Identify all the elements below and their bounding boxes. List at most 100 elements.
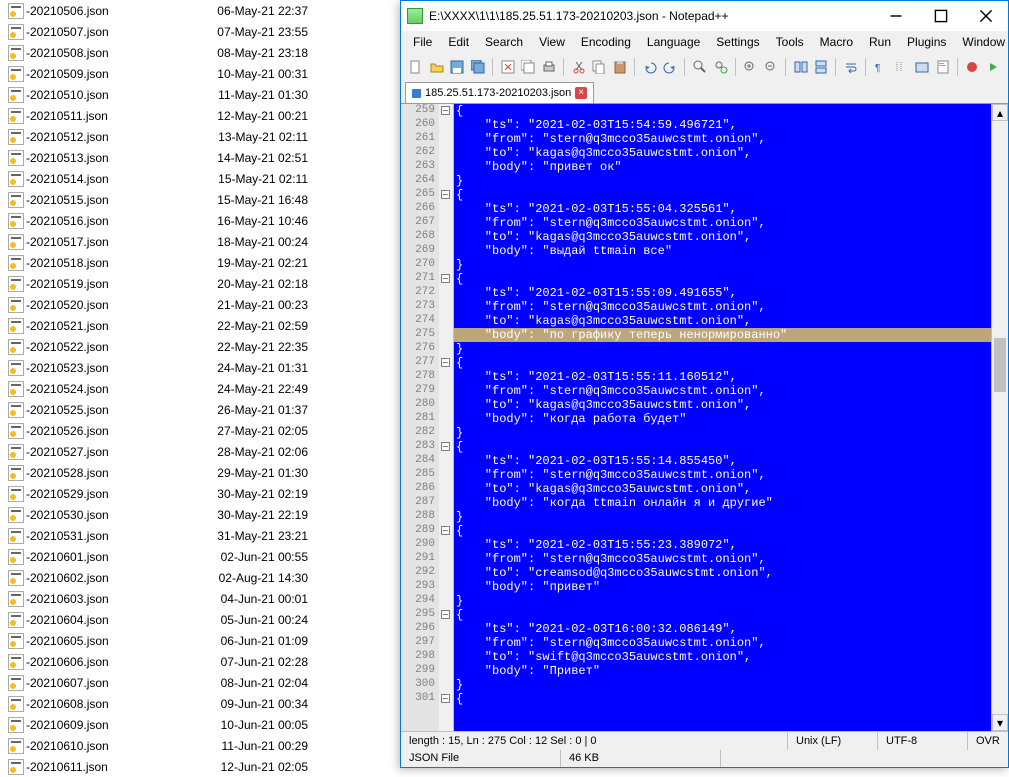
code-line[interactable]: { xyxy=(454,524,991,538)
code-line[interactable]: "from": "stern@q3mcco35auwcstmt.onion", xyxy=(454,132,991,146)
file-row[interactable]: -20210515.json15-May-21 16:48 xyxy=(0,189,400,210)
show-all-chars-icon[interactable]: ¶ xyxy=(872,57,890,77)
file-row[interactable]: -20210522.json22-May-21 22:35 xyxy=(0,336,400,357)
code-line[interactable]: } xyxy=(454,426,991,440)
file-row[interactable]: -20210509.json10-May-21 00:31 xyxy=(0,63,400,84)
save-icon[interactable] xyxy=(448,57,466,77)
status-insert-mode[interactable]: OVR xyxy=(968,732,1008,750)
file-row[interactable]: -20210608.json09-Jun-21 00:34 xyxy=(0,693,400,714)
menu-edit[interactable]: Edit xyxy=(440,32,477,52)
fold-toggle-icon[interactable] xyxy=(441,694,450,703)
code-line[interactable]: } xyxy=(454,342,991,356)
file-row[interactable]: -20210606.json07-Jun-21 02:28 xyxy=(0,651,400,672)
menu-language[interactable]: Language xyxy=(639,32,708,52)
play-macro-icon[interactable] xyxy=(984,57,1002,77)
code-line[interactable]: "from": "stern@q3mcco35auwcstmt.onion", xyxy=(454,384,991,398)
open-file-icon[interactable] xyxy=(428,57,446,77)
code-line[interactable]: "from": "stern@q3mcco35auwcstmt.onion", xyxy=(454,216,991,230)
file-row[interactable]: -20210527.json28-May-21 02:06 xyxy=(0,441,400,462)
file-row[interactable]: -20210512.json13-May-21 02:11 xyxy=(0,126,400,147)
code-line[interactable]: { xyxy=(454,104,991,118)
code-editor[interactable]: { "ts": "2021-02-03T15:54:59.496721", "f… xyxy=(454,104,991,731)
file-row[interactable]: -20210604.json05-Jun-21 00:24 xyxy=(0,609,400,630)
code-line[interactable]: } xyxy=(454,594,991,608)
replace-icon[interactable] xyxy=(712,57,730,77)
code-line[interactable]: "ts": "2021-02-03T15:55:09.491655", xyxy=(454,286,991,300)
close-all-icon[interactable] xyxy=(519,57,537,77)
status-eol[interactable]: Unix (LF) xyxy=(788,732,878,750)
indent-guide-icon[interactable] xyxy=(892,57,910,77)
code-line[interactable]: "ts": "2021-02-03T15:55:04.325561", xyxy=(454,202,991,216)
code-line[interactable]: "ts": "2021-02-03T15:54:59.496721", xyxy=(454,118,991,132)
code-line[interactable]: { xyxy=(454,356,991,370)
scroll-down-icon[interactable]: ▾ xyxy=(992,714,1008,731)
folder-as-workspace-icon[interactable] xyxy=(913,57,931,77)
titlebar[interactable]: E:\XXXX\1\1\185.25.51.173-20210203.json … xyxy=(401,1,1008,31)
file-row[interactable]: -20210524.json24-May-21 22:49 xyxy=(0,378,400,399)
code-line[interactable]: "from": "stern@q3mcco35auwcstmt.onion", xyxy=(454,636,991,650)
vertical-scrollbar[interactable]: ▴ ▾ xyxy=(991,104,1008,731)
file-row[interactable]: -20210508.json08-May-21 23:18 xyxy=(0,42,400,63)
file-row[interactable]: -20210531.json31-May-21 23:21 xyxy=(0,525,400,546)
code-line[interactable]: "body": "Привет" xyxy=(454,664,991,678)
file-row[interactable]: -20210609.json10-Jun-21 00:05 xyxy=(0,714,400,735)
code-line[interactable]: "ts": "2021-02-03T16:00:32.086149", xyxy=(454,622,991,636)
fold-toggle-icon[interactable] xyxy=(441,442,450,451)
close-button[interactable] xyxy=(963,2,1008,31)
file-row[interactable]: -20210607.json08-Jun-21 02:04 xyxy=(0,672,400,693)
menu-file[interactable]: File xyxy=(405,32,440,52)
cut-icon[interactable] xyxy=(570,57,588,77)
code-line[interactable]: "body": "выдай ttmain все" xyxy=(454,244,991,258)
redo-icon[interactable] xyxy=(662,57,680,77)
fold-toggle-icon[interactable] xyxy=(441,190,450,199)
file-row[interactable]: -20210514.json15-May-21 02:11 xyxy=(0,168,400,189)
code-line[interactable]: "body": "когда работа будет" xyxy=(454,412,991,426)
file-row[interactable]: -20210529.json30-May-21 02:19 xyxy=(0,483,400,504)
menu-window[interactable]: Window xyxy=(954,32,1009,52)
file-row[interactable]: -20210516.json16-May-21 10:46 xyxy=(0,210,400,231)
code-line[interactable]: "to": "kagas@q3mcco35auwcstmt.onion", xyxy=(454,146,991,160)
fold-toggle-icon[interactable] xyxy=(441,358,450,367)
menu-tools[interactable]: Tools xyxy=(768,32,812,52)
menubar[interactable]: FileEditSearchViewEncodingLanguageSettin… xyxy=(401,31,1008,53)
file-row[interactable]: -20210601.json02-Jun-21 00:55 xyxy=(0,546,400,567)
menu-encoding[interactable]: Encoding xyxy=(573,32,639,52)
sync-v-icon[interactable] xyxy=(792,57,810,77)
code-line[interactable]: "to": "kagas@q3mcco35auwcstmt.onion", xyxy=(454,230,991,244)
code-line[interactable]: } xyxy=(454,174,991,188)
find-icon[interactable] xyxy=(691,57,709,77)
code-line[interactable]: "to": "kagas@q3mcco35auwcstmt.onion", xyxy=(454,314,991,328)
save-all-icon[interactable] xyxy=(469,57,487,77)
toolbar[interactable]: ¶ xyxy=(401,53,1008,81)
undo-icon[interactable] xyxy=(641,57,659,77)
code-line[interactable]: "body": "привет ок" xyxy=(454,160,991,174)
fold-toggle-icon[interactable] xyxy=(441,610,450,619)
tabbar[interactable]: 185.25.51.173-20210203.json × xyxy=(401,81,1008,103)
code-line[interactable]: "body": "привет" xyxy=(454,580,991,594)
zoom-in-icon[interactable] xyxy=(741,57,759,77)
code-line[interactable]: "from": "stern@q3mcco35auwcstmt.onion", xyxy=(454,552,991,566)
menu-view[interactable]: View xyxy=(531,32,573,52)
code-line[interactable]: { xyxy=(454,272,991,286)
code-line[interactable]: "ts": "2021-02-03T15:55:11.160512", xyxy=(454,370,991,384)
file-row[interactable]: -20210610.json11-Jun-21 00:29 xyxy=(0,735,400,756)
code-line[interactable]: "from": "stern@q3mcco35auwcstmt.onion", xyxy=(454,300,991,314)
file-row[interactable]: -20210611.json12-Jun-21 02:05 xyxy=(0,756,400,777)
code-line[interactable]: "ts": "2021-02-03T15:55:14.855450", xyxy=(454,454,991,468)
code-line[interactable]: } xyxy=(454,678,991,692)
menu-run[interactable]: Run xyxy=(861,32,899,52)
file-row[interactable]: -20210513.json14-May-21 02:51 xyxy=(0,147,400,168)
file-row[interactable]: -20210530.json30-May-21 22:19 xyxy=(0,504,400,525)
file-row[interactable]: -20210517.json18-May-21 00:24 xyxy=(0,231,400,252)
file-row[interactable]: -20210511.json12-May-21 00:21 xyxy=(0,105,400,126)
code-line[interactable]: "ts": "2021-02-03T15:55:23.389072", xyxy=(454,538,991,552)
print-icon[interactable] xyxy=(540,57,558,77)
code-line[interactable]: { xyxy=(454,188,991,202)
file-row[interactable]: -20210523.json24-May-21 01:31 xyxy=(0,357,400,378)
scroll-thumb[interactable] xyxy=(994,338,1006,392)
code-line[interactable]: "to": "kagas@q3mcco35auwcstmt.onion", xyxy=(454,482,991,496)
scroll-up-icon[interactable]: ▴ xyxy=(992,104,1008,121)
wordwrap-icon[interactable] xyxy=(842,57,860,77)
sync-h-icon[interactable] xyxy=(812,57,830,77)
fold-toggle-icon[interactable] xyxy=(441,526,450,535)
